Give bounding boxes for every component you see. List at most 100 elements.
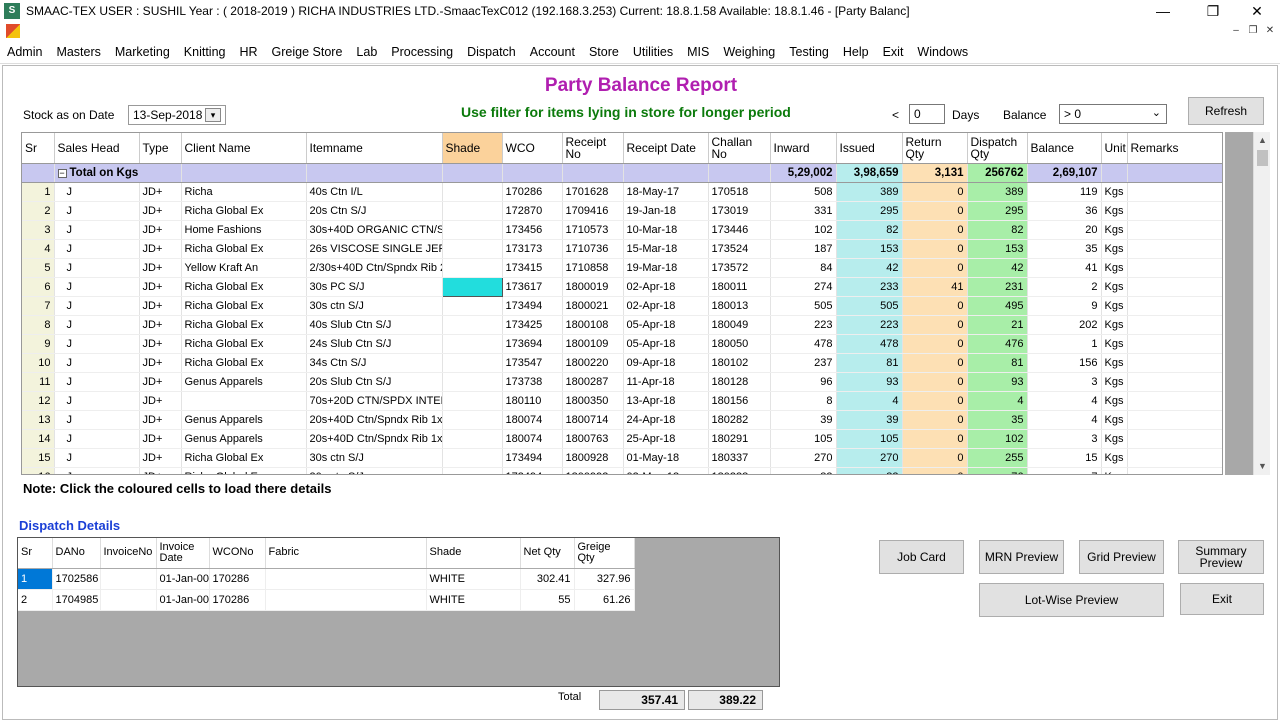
cell-dispatch-qty[interactable]: 35 <box>967 410 1028 430</box>
close-button[interactable]: ✕ <box>1234 0 1280 22</box>
dispatch-col-wcono[interactable]: WCONo <box>209 538 266 569</box>
cell-dispatch-qty[interactable]: 295 <box>967 201 1028 221</box>
exit-button[interactable]: Exit <box>1180 583 1264 615</box>
cell-issued[interactable]: 233 <box>836 277 903 297</box>
mdi-restore-button[interactable]: ❐ <box>1245 23 1261 39</box>
cell-dispatch-qty[interactable]: 76 <box>967 467 1028 474</box>
cell-return-qty[interactable]: 0 <box>902 201 968 221</box>
table-row[interactable]: 9 J JD+ Richa Global Ex 24s Slub Ctn S/J 1736… <box>22 334 1222 354</box>
dispatch-col-invoice-date[interactable]: Invoice Date <box>156 538 210 569</box>
cell-return-qty[interactable]: 0 <box>902 372 968 392</box>
cell-issued[interactable]: 389 <box>836 182 903 202</box>
menu-windows[interactable]: Windows <box>910 41 975 64</box>
table-row[interactable]: 16JJD+Richa Global Ex30s ctn S/J17349418… <box>22 467 1222 474</box>
col-sales-head[interactable]: Sales Head <box>54 133 140 164</box>
cell-return-qty[interactable]: 0 <box>902 410 968 430</box>
cell-return-qty[interactable]: 0 <box>902 448 968 468</box>
cell-return-qty[interactable]: 0 <box>902 429 968 449</box>
menu-admin[interactable]: Admin <box>0 41 49 64</box>
cell-dispatch-qty[interactable]: 42 <box>967 258 1028 278</box>
table-row[interactable]: 5 J JD+ Yellow Kraft An 2/30s+40D Ctn/Spndx … <box>22 258 1222 278</box>
col-remarks[interactable]: Remarks <box>1127 133 1222 164</box>
grid-vertical-scrollbar[interactable]: ▲ ▼ <box>1253 132 1270 475</box>
menu-account[interactable]: Account <box>523 41 582 64</box>
dispatch-details-grid[interactable]: Sr DANo InvoiceNo Invoice Date WCONo Fabric Sh… <box>17 537 780 687</box>
dispatch-col-greige-qty[interactable]: Greige Qty <box>574 538 635 569</box>
menu-utilities[interactable]: Utilities <box>626 41 680 64</box>
table-row[interactable]: 13 J JD+ Genus Apparels 20s+40D Ctn/Spndx Ri… <box>22 410 1222 430</box>
table-row[interactable]: 2 J JD+ Richa Global Ex 20s Ctn S/J 172870 170… <box>22 201 1222 221</box>
menu-marketing[interactable]: Marketing <box>108 41 177 64</box>
col-client-name[interactable]: Client Name <box>181 133 307 164</box>
cell-dispatch-qty[interactable]: 93 <box>967 372 1028 392</box>
col-challan-no[interactable]: Challan No <box>708 133 771 164</box>
col-receipt-date[interactable]: Receipt Date <box>623 133 709 164</box>
table-row[interactable]: 10 J JD+ Richa Global Ex 34s Ctn S/J 173547 18… <box>22 353 1222 373</box>
cell-issued[interactable]: 4 <box>836 391 903 411</box>
table-row[interactable]: 15 J JD+ Richa Global Ex 30s ctn S/J 173494 18… <box>22 448 1222 468</box>
cell-dispatch-qty[interactable]: 81 <box>967 353 1028 373</box>
col-type[interactable]: Type <box>139 133 182 164</box>
cell-return-qty[interactable]: 0 <box>902 353 968 373</box>
cell-dispatch-qty[interactable]: 102 <box>967 429 1028 449</box>
col-inward[interactable]: Inward <box>770 133 837 164</box>
cell-return-qty[interactable]: 0 <box>902 315 968 335</box>
menu-dispatch[interactable]: Dispatch <box>460 41 523 64</box>
cell-return-qty[interactable]: 0 <box>902 391 968 411</box>
minimize-button[interactable]: — <box>1140 0 1186 22</box>
col-itemname[interactable]: Itemname <box>306 133 443 164</box>
col-balance[interactable]: Balance <box>1027 133 1102 164</box>
table-row[interactable]: 7 J JD+ Richa Global Ex 30s ctn S/J 173494 180… <box>22 296 1222 316</box>
cell-issued[interactable]: 153 <box>836 239 903 259</box>
menu-lab[interactable]: Lab <box>349 41 384 64</box>
cell-return-qty[interactable]: 0 <box>902 258 968 278</box>
table-row[interactable]: 4 J JD+ Richa Global Ex 26s VISCOSE SINGLE J… <box>22 239 1222 259</box>
menu-testing[interactable]: Testing <box>782 41 836 64</box>
menu-hr[interactable]: HR <box>232 41 264 64</box>
cell-issued[interactable]: 81 <box>836 353 903 373</box>
cell-issued[interactable]: 505 <box>836 296 903 316</box>
mdi-minimize-button[interactable]: – <box>1228 23 1244 39</box>
table-row[interactable]: 11 J JD+ Genus Apparels 20s Slub Ctn S/J 1737… <box>22 372 1222 392</box>
table-row[interactable]: 14 J JD+ Genus Apparels 20s+40D Ctn/Spndx Ri… <box>22 429 1222 449</box>
menu-masters[interactable]: Masters <box>49 41 107 64</box>
cell-issued[interactable]: 83 <box>836 467 903 474</box>
dispatch-col-net-qty[interactable]: Net Qty <box>520 538 575 569</box>
menu-processing[interactable]: Processing <box>384 41 460 64</box>
col-dispatch-qty[interactable]: Dispatch Qty <box>967 133 1028 164</box>
total-row[interactable]: − Total on Kgs 5,29,002 3,98,659 3,131 256762… <box>22 163 1222 183</box>
cell-return-qty[interactable]: 0 <box>902 182 968 202</box>
collapse-icon[interactable]: − <box>57 168 67 178</box>
grid-preview-button[interactable]: Grid Preview <box>1079 540 1164 574</box>
dispatch-col-shade[interactable]: Shade <box>426 538 521 569</box>
cell-return-qty[interactable]: 0 <box>902 239 968 259</box>
cell-issued[interactable]: 42 <box>836 258 903 278</box>
calendar-dropdown-icon[interactable]: ▾ <box>205 108 221 122</box>
cell-return-qty[interactable]: 0 <box>902 220 968 240</box>
days-input[interactable]: 0 <box>909 104 945 124</box>
party-balance-grid[interactable]: Sr Sales Head Type Client Name Itemname Shade… <box>21 132 1223 475</box>
balance-select[interactable]: > 0 ⌄ <box>1059 104 1167 124</box>
stock-date-picker[interactable]: 13-Sep-2018 ▾ <box>128 105 226 125</box>
menu-store[interactable]: Store <box>582 41 626 64</box>
maximize-button[interactable]: ❐ <box>1190 0 1236 22</box>
scroll-thumb[interactable] <box>1257 150 1268 166</box>
cell-dispatch-qty[interactable]: 476 <box>967 334 1028 354</box>
scroll-down-icon[interactable]: ▼ <box>1254 458 1271 475</box>
cell-return-qty[interactable]: 0 <box>902 467 968 474</box>
dispatch-col-invoiceno[interactable]: InvoiceNo <box>100 538 157 569</box>
dispatch-col-sr[interactable]: Sr <box>18 538 53 569</box>
table-row[interactable]: 8 J JD+ Richa Global Ex 40s Slub Ctn S/J 1734… <box>22 315 1222 335</box>
menu-help[interactable]: Help <box>836 41 876 64</box>
table-row[interactable]: 12 J JD+ 70s+20D CTN/SPDX INTER 180110 180035… <box>22 391 1222 411</box>
table-row[interactable]: 3 J JD+ Home Fashions 30s+40D ORGANIC CTN/SP… <box>22 220 1222 240</box>
cell-dispatch-qty[interactable]: 495 <box>967 296 1028 316</box>
cell-dispatch-qty[interactable]: 255 <box>967 448 1028 468</box>
dispatch-col-dano[interactable]: DANo <box>52 538 101 569</box>
cell-issued[interactable]: 82 <box>836 220 903 240</box>
refresh-button[interactable]: Refresh <box>1188 97 1264 125</box>
lot-wise-preview-button[interactable]: Lot-Wise Preview <box>979 583 1164 617</box>
cell-issued[interactable]: 223 <box>836 315 903 335</box>
cell-return-qty[interactable]: 41 <box>902 277 968 297</box>
cell-return-qty[interactable]: 0 <box>902 296 968 316</box>
